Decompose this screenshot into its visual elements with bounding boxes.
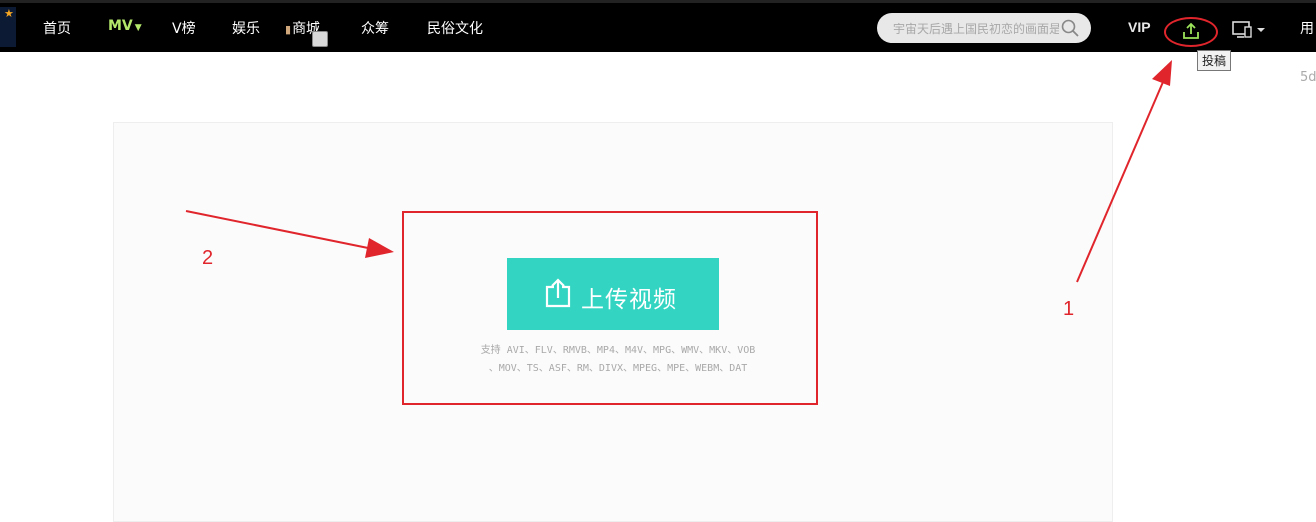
supported-formats: 支持 AVI、FLV、RMVB、MP4、M4V、MPG、WMV、MKV、VOB … [430,342,806,378]
upload-icon [545,278,571,308]
search-icon[interactable] [1061,19,1079,37]
nav-item-home[interactable]: 首页 [43,18,71,38]
upload-button[interactable] [1164,17,1218,47]
chevron-down-icon: ▼ [134,23,142,33]
nav-item-mv[interactable]: MV ▼ [108,18,142,34]
nav-item-vchart[interactable]: V榜 [172,18,196,38]
upload-tooltip: 投稿 [1197,50,1232,71]
annotation-step-2: 2 [202,247,214,269]
lipstick-icon: ▮ [285,23,292,36]
shopping-bag-icon [312,31,328,47]
upload-icon [1183,22,1199,39]
nav-item-entertainment[interactable]: 娱乐 [232,18,260,38]
supported-formats-line1: 支持 AVI、FLV、RMVB、MP4、M4V、MPG、WMV、MKV、VOB [480,345,756,356]
site-logo[interactable]: ★ [0,7,16,47]
side-text: 5d [1300,70,1316,85]
search-input[interactable] [891,19,1061,39]
annotation-step-1: 1 [1063,298,1075,320]
search-box [877,13,1091,43]
star-icon: ★ [4,7,14,20]
upload-video-label: 上传视频 [581,287,677,313]
top-nav-bar: ★ 首页 MV▼ V榜 娱乐 ▮商城 众筹 民俗文化 VIP 用 [0,0,1316,52]
vip-link[interactable]: VIP [1128,19,1151,35]
user-menu[interactable]: 用 [1300,18,1314,38]
upload-video-button[interactable]: 上传视频 [507,258,719,330]
monitor-icon[interactable] [1232,21,1266,39]
nav-item-crowdfunding[interactable]: 众筹 [361,18,389,38]
nav-item-folk-culture[interactable]: 民俗文化 [427,18,483,38]
nav-item-mv-label: MV [108,18,133,34]
supported-formats-line2: 、MOV、TS、ASF、RM、DIVX、MPEG、MPE、WEBM、DAT [488,363,748,374]
